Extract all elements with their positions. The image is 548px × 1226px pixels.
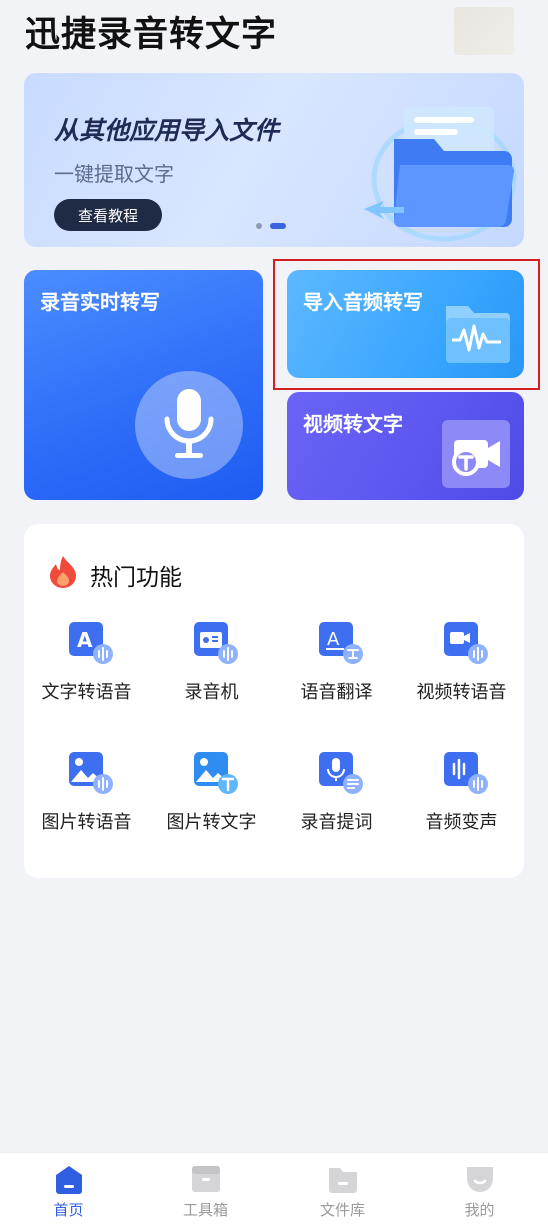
video-to-text-card[interactable]: 视频转文字 xyxy=(287,392,524,500)
hot-features-panel: 热门功能 A 文字转语音 录音机 A 语音翻译 视频转语音 图片转语音 图片转文… xyxy=(24,524,524,878)
pagination-dot-active[interactable] xyxy=(270,223,286,229)
microphone-icon xyxy=(135,371,243,479)
record-realtime-label: 录音实时转写 xyxy=(40,290,160,314)
avatar[interactable] xyxy=(454,7,514,55)
text-to-speech-icon: A xyxy=(68,622,113,664)
feature-label: 录音机 xyxy=(184,682,239,703)
feature-recorder[interactable]: 录音机 xyxy=(149,614,274,744)
banner-title: 从其他应用导入文件 xyxy=(54,116,280,145)
profile-icon xyxy=(466,1167,493,1192)
hot-features-title: 热门功能 xyxy=(90,565,182,591)
selection-highlight xyxy=(273,259,540,390)
feature-label: 图片转文字 xyxy=(166,812,257,833)
feature-voice-changer[interactable]: 音频变声 xyxy=(399,744,524,874)
tab-home[interactable]: 首页 xyxy=(0,1153,137,1226)
svg-text:A: A xyxy=(77,628,93,652)
tab-toolbox[interactable]: 工具箱 xyxy=(137,1153,274,1226)
import-folder-illustration xyxy=(364,107,517,242)
feature-image-to-speech[interactable]: 图片转语音 xyxy=(24,744,149,874)
bottom-tab-bar: 首页 工具箱 文件库 我的 xyxy=(0,1152,548,1226)
tab-label: 我的 xyxy=(464,1201,495,1219)
video-to-speech-icon xyxy=(443,622,488,664)
feature-label: 音频变声 xyxy=(425,812,498,833)
recorder-icon xyxy=(193,622,238,664)
svg-text:A: A xyxy=(327,629,340,650)
feature-text-to-speech[interactable]: A 文字转语音 xyxy=(24,614,149,744)
tab-profile[interactable]: 我的 xyxy=(411,1153,548,1226)
feature-image-to-text[interactable]: 图片转文字 xyxy=(149,744,274,874)
voice-changer-icon xyxy=(443,752,488,794)
video-to-text-label: 视频转文字 xyxy=(303,412,403,436)
feature-label: 视频转语音 xyxy=(416,682,507,703)
feature-label: 文字转语音 xyxy=(41,682,132,703)
home-icon xyxy=(55,1166,82,1194)
features-grid: A 文字转语音 录音机 A 语音翻译 视频转语音 图片转语音 图片转文字 录音提… xyxy=(24,614,524,874)
view-tutorial-button[interactable]: 查看教程 xyxy=(54,199,162,231)
banner-pagination xyxy=(256,223,286,229)
video-text-icon xyxy=(442,420,510,488)
app-title: 迅捷录音转文字 xyxy=(25,15,278,55)
tab-label: 首页 xyxy=(53,1201,84,1219)
image-to-speech-icon xyxy=(68,752,113,794)
feature-label: 录音提词 xyxy=(300,812,373,833)
folder-icon xyxy=(328,1168,357,1193)
image-to-text-icon xyxy=(193,752,238,794)
banner[interactable]: 从其他应用导入文件 一键提取文字 查看教程 xyxy=(24,73,524,247)
voice-translate-icon: A xyxy=(318,622,363,664)
tab-files[interactable]: 文件库 xyxy=(274,1153,411,1226)
fire-icon xyxy=(50,556,76,588)
record-realtime-card[interactable]: 录音实时转写 xyxy=(24,270,263,500)
feature-label: 语音翻译 xyxy=(300,682,373,703)
teleprompter-icon xyxy=(318,752,363,794)
pagination-dot[interactable] xyxy=(256,223,262,229)
toolbox-icon xyxy=(191,1166,220,1192)
feature-teleprompter[interactable]: 录音提词 xyxy=(274,744,399,874)
feature-label: 图片转语音 xyxy=(41,812,132,833)
feature-voice-translate[interactable]: A 语音翻译 xyxy=(274,614,399,744)
tab-label: 工具箱 xyxy=(182,1201,228,1219)
feature-video-to-speech[interactable]: 视频转语音 xyxy=(399,614,524,744)
tab-label: 文件库 xyxy=(319,1201,365,1219)
banner-subtitle: 一键提取文字 xyxy=(54,162,174,186)
